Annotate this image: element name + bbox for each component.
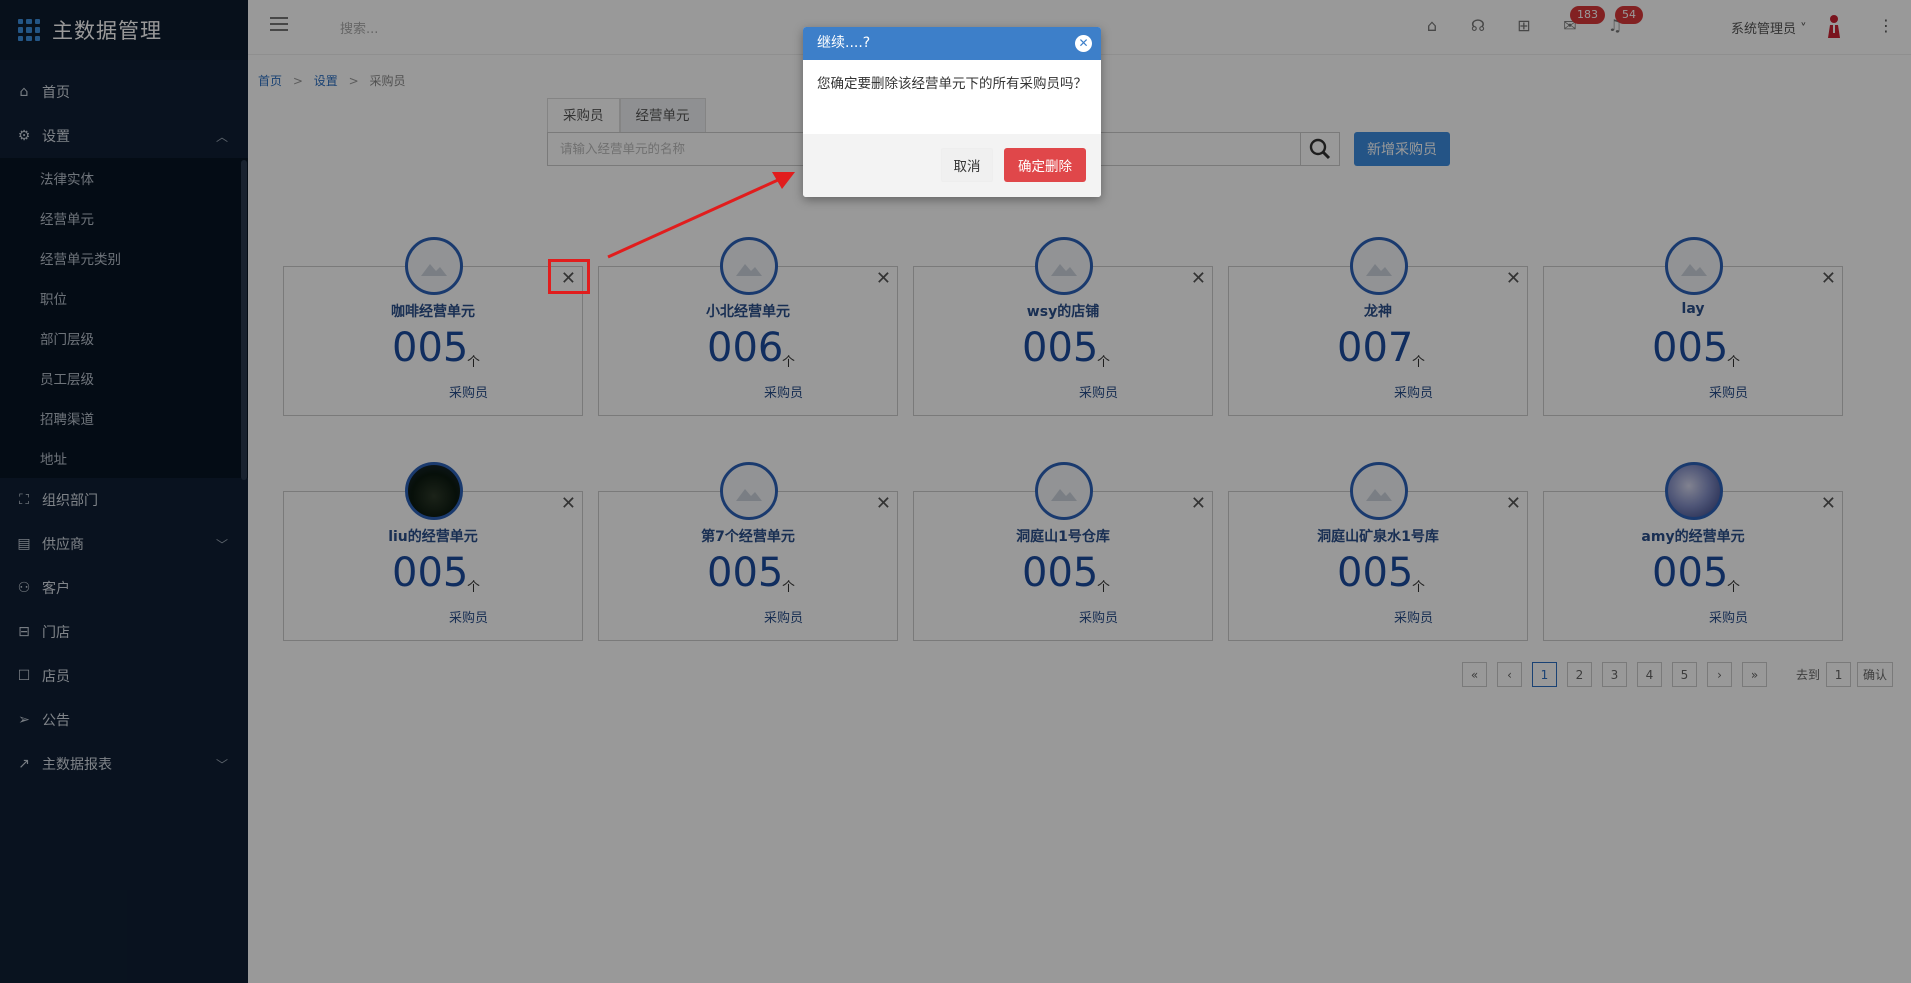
confirm-delete-button[interactable]: 确定删除	[1004, 148, 1086, 182]
annotation-highlight-box	[548, 259, 590, 294]
close-icon[interactable]: ✕	[1075, 35, 1092, 52]
dialog-header: 继续....? ✕	[803, 27, 1101, 60]
cancel-button[interactable]: 取消	[941, 148, 993, 182]
confirm-delete-dialog: 继续....? ✕ 您确定要删除该经营单元下的所有采购员吗？ 取消 确定删除	[803, 27, 1101, 197]
dialog-footer: 取消 确定删除	[803, 134, 1101, 197]
dialog-title: 继续....?	[817, 35, 871, 51]
dialog-message: 您确定要删除该经营单元下的所有采购员吗？	[817, 76, 1087, 92]
